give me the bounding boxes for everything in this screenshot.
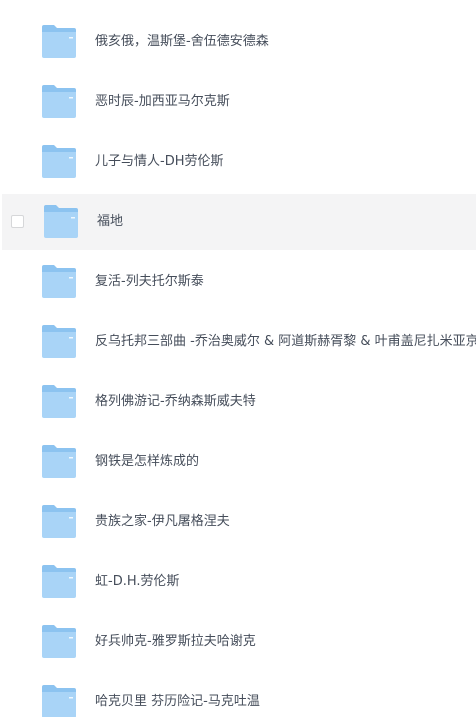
file-row[interactable]: 恶时辰-加西亚马尔克斯 [0, 74, 476, 130]
folder-icon[interactable] [41, 564, 77, 599]
file-name[interactable]: 恶时辰-加西亚马尔克斯 [95, 93, 230, 111]
file-list: 俄亥俄，温斯堡-舍伍德安德森 恶时辰-加西亚马尔克斯 儿子与情人-DH劳伦斯 福地复活… [0, 0, 476, 717]
folder-icon[interactable] [43, 204, 79, 239]
folder-icon[interactable] [41, 84, 77, 119]
file-name[interactable]: 反乌托邦三部曲 -乔治奥威尔 & 阿道斯赫胥黎 & 叶甫盖尼扎米亚京 [95, 333, 476, 351]
file-row[interactable]: 好兵帅克-雅罗斯拉夫哈谢克 [0, 614, 476, 670]
file-row[interactable]: 格列佛游记-乔纳森斯威夫特 [0, 374, 476, 430]
file-row[interactable]: 钢铁是怎样炼成的 [0, 434, 476, 490]
file-name[interactable]: 儿子与情人-DH劳伦斯 [95, 153, 223, 171]
folder-icon[interactable] [41, 384, 77, 419]
file-row[interactable]: 复活-列夫托尔斯泰 [0, 254, 476, 310]
file-name[interactable]: 虹-D.H.劳伦斯 [95, 573, 180, 591]
file-name[interactable]: 复活-列夫托尔斯泰 [95, 273, 204, 291]
file-row[interactable]: 俄亥俄，温斯堡-舍伍德安德森 [0, 14, 476, 70]
folder-icon[interactable] [41, 444, 77, 479]
file-name[interactable]: 格列佛游记-乔纳森斯威夫特 [95, 393, 256, 411]
folder-icon[interactable] [41, 144, 77, 179]
file-name[interactable]: 好兵帅克-雅罗斯拉夫哈谢克 [95, 633, 256, 651]
file-name[interactable]: 俄亥俄，温斯堡-舍伍德安德森 [95, 33, 269, 51]
file-name[interactable]: 福地 [97, 213, 123, 231]
file-row[interactable]: 哈克贝里 芬历险记-马克吐温 [0, 674, 476, 717]
folder-icon[interactable] [41, 624, 77, 659]
file-row[interactable]: 福地 [2, 194, 476, 250]
file-name[interactable]: 哈克贝里 芬历险记-马克吐温 [95, 693, 260, 711]
file-row[interactable]: 儿子与情人-DH劳伦斯 [0, 134, 476, 190]
file-row[interactable]: 贵族之家-伊凡屠格涅夫 [0, 494, 476, 550]
file-name[interactable]: 钢铁是怎样炼成的 [95, 453, 199, 471]
folder-icon[interactable] [41, 24, 77, 59]
folder-icon[interactable] [41, 264, 77, 299]
file-row[interactable]: 虹-D.H.劳伦斯 [0, 554, 476, 610]
folder-icon[interactable] [41, 324, 77, 359]
file-name[interactable]: 贵族之家-伊凡屠格涅夫 [95, 513, 230, 531]
file-row[interactable]: 反乌托邦三部曲 -乔治奥威尔 & 阿道斯赫胥黎 & 叶甫盖尼扎米亚京 [0, 314, 476, 370]
folder-icon[interactable] [41, 684, 77, 717]
folder-icon[interactable] [41, 504, 77, 539]
select-checkbox[interactable] [11, 215, 24, 228]
